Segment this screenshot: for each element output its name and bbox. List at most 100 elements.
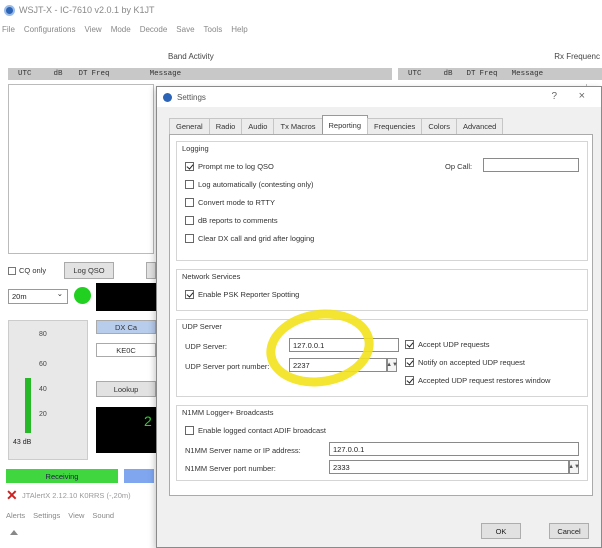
log-auto-checkbox[interactable] bbox=[185, 180, 194, 189]
main-window-title: WSJT-X - IC-7610 v2.0.1 by K1JT bbox=[19, 5, 155, 15]
op-call-field[interactable] bbox=[483, 158, 579, 172]
scroll-up-arrow-icon[interactable] bbox=[10, 530, 18, 535]
meter-tick-40: 40 bbox=[39, 386, 47, 393]
tab-colors[interactable]: Colors bbox=[421, 118, 457, 134]
logging-group: Logging Prompt me to log QSO Op Call: Lo… bbox=[176, 141, 588, 261]
col-message: Message bbox=[149, 70, 182, 78]
n1mm-server-field[interactable]: 127.0.0.1 bbox=[329, 442, 579, 456]
restore-window-checkbox[interactable] bbox=[405, 376, 414, 385]
notify-udp-checkbox[interactable] bbox=[405, 358, 414, 367]
stop-button-partial[interactable] bbox=[146, 262, 156, 279]
log-qso-button[interactable]: Log QSO bbox=[64, 262, 114, 279]
menu-file[interactable]: File bbox=[2, 25, 15, 39]
accept-udp-label: Accept UDP requests bbox=[418, 340, 490, 349]
restore-window-option[interactable]: Accepted UDP request restores window bbox=[405, 376, 550, 385]
status-indicator-dot bbox=[74, 287, 91, 304]
convert-rtty-checkbox[interactable] bbox=[185, 198, 194, 207]
dx-call-label: DX Ca bbox=[96, 320, 156, 334]
col-dt-rx: DT bbox=[466, 70, 476, 78]
db-reports-checkbox[interactable] bbox=[185, 216, 194, 225]
cq-only-checkbox[interactable]: CQ only bbox=[8, 266, 47, 276]
clear-dx-checkbox[interactable] bbox=[185, 234, 194, 243]
n1mm-enable-option[interactable]: Enable logged contact ADIF broadcast bbox=[185, 426, 326, 435]
jtalert-menu: Alerts Settings View Sound bbox=[6, 511, 114, 520]
db-reports-option[interactable]: dB reports to comments bbox=[185, 216, 278, 225]
tab-reporting[interactable]: Reporting bbox=[321, 115, 369, 134]
tab-audio[interactable]: Audio bbox=[241, 118, 275, 134]
meter-tick-60: 60 bbox=[39, 361, 47, 368]
cq-only-label: CQ only bbox=[19, 266, 47, 275]
app-logo-icon bbox=[4, 4, 15, 16]
cancel-button[interactable]: Cancel bbox=[549, 523, 589, 539]
accept-udp-option[interactable]: Accept UDP requests bbox=[405, 340, 490, 349]
settings-title-bar: Settings bbox=[157, 87, 601, 107]
menu-configurations[interactable]: Configurations bbox=[24, 25, 76, 39]
tab-tx-macros[interactable]: Tx Macros bbox=[273, 118, 323, 134]
col-message-rx: Message bbox=[511, 70, 544, 78]
psk-reporter-checkbox[interactable] bbox=[185, 290, 194, 299]
menu-mode[interactable]: Mode bbox=[111, 25, 131, 39]
col-utc-rx: UTC bbox=[408, 70, 422, 78]
tab-frequencies[interactable]: Frequencies bbox=[367, 118, 423, 134]
band-activity-pane[interactable] bbox=[8, 84, 154, 254]
udp-port-field[interactable]: 2237 bbox=[289, 358, 387, 372]
cq-only-box[interactable] bbox=[8, 267, 16, 276]
notify-udp-option[interactable]: Notify on accepted UDP request bbox=[405, 358, 525, 367]
receiving-status: Receiving bbox=[6, 469, 118, 483]
menu-settings[interactable]: Settings bbox=[33, 511, 60, 520]
dx-call-field[interactable]: KE0C bbox=[96, 343, 156, 357]
op-call-label: Op Call: bbox=[445, 162, 473, 171]
menu-decode[interactable]: Decode bbox=[140, 25, 168, 39]
prompt-log-option[interactable]: Prompt me to log QSO bbox=[185, 162, 274, 171]
col-dt: DT bbox=[78, 70, 88, 78]
menu-tools[interactable]: Tools bbox=[204, 25, 223, 39]
col-freq: Freq bbox=[91, 70, 110, 78]
psk-reporter-label: Enable PSK Reporter Spotting bbox=[198, 290, 300, 299]
n1mm-port-spinner[interactable]: ▲▼ bbox=[568, 460, 580, 474]
settings-app-icon bbox=[163, 92, 172, 102]
udp-port-label: UDP Server port number: bbox=[185, 362, 270, 371]
ok-button[interactable]: OK bbox=[481, 523, 521, 539]
n1mm-title: N1MM Logger+ Broadcasts bbox=[182, 408, 274, 417]
main-title-bar: WSJT-X - IC-7610 v2.0.1 by K1JT bbox=[0, 0, 602, 20]
lookup-button[interactable]: Lookup bbox=[96, 381, 156, 397]
col-utc: UTC bbox=[18, 70, 32, 78]
log-auto-option[interactable]: Log automatically (contesting only) bbox=[185, 180, 313, 189]
band-activity-header: UTC dB DT Freq Message bbox=[8, 68, 392, 80]
menu-sound[interactable]: Sound bbox=[92, 511, 114, 520]
n1mm-server-label: N1MM Server name or IP address: bbox=[185, 446, 301, 455]
accept-udp-checkbox[interactable] bbox=[405, 340, 414, 349]
menu-alerts[interactable]: Alerts bbox=[6, 511, 25, 520]
tab-general[interactable]: General bbox=[169, 118, 210, 134]
n1mm-enable-checkbox[interactable] bbox=[185, 426, 194, 435]
jtalert-title: JTAlertX 2.12.10 K0RRS (-,20m) bbox=[22, 491, 131, 500]
udp-server-label: UDP Server: bbox=[185, 342, 227, 351]
clear-dx-option[interactable]: Clear DX call and grid after logging bbox=[185, 234, 314, 243]
network-services-group: Network Services Enable PSK Reporter Spo… bbox=[176, 269, 588, 311]
frequency-display bbox=[96, 283, 156, 311]
col-freq-rx: Freq bbox=[479, 70, 498, 78]
network-services-title: Network Services bbox=[182, 272, 241, 281]
udp-server-field[interactable]: 127.0.0.1 bbox=[289, 338, 399, 352]
convert-rtty-option[interactable]: Convert mode to RTTY bbox=[185, 198, 275, 207]
restore-window-label: Accepted UDP request restores window bbox=[418, 376, 551, 385]
menu-view[interactable]: View bbox=[84, 25, 101, 39]
menu-help[interactable]: Help bbox=[231, 25, 247, 39]
psk-reporter-option[interactable]: Enable PSK Reporter Spotting bbox=[185, 290, 299, 299]
close-icon[interactable]: × bbox=[579, 90, 585, 102]
menu-save[interactable]: Save bbox=[176, 25, 194, 39]
menu-view-2[interactable]: View bbox=[68, 511, 84, 520]
col-db-rx: dB bbox=[443, 70, 453, 78]
reporting-panel: Logging Prompt me to log QSO Op Call: Lo… bbox=[169, 134, 593, 496]
udp-port-spinner[interactable]: ▲▼ bbox=[386, 358, 398, 372]
band-activity-label: Band Activity bbox=[168, 52, 214, 61]
tx-enable-button[interactable] bbox=[124, 469, 154, 483]
tab-radio[interactable]: Radio bbox=[208, 118, 243, 134]
prompt-log-checkbox[interactable] bbox=[185, 162, 194, 171]
help-icon[interactable]: ? bbox=[551, 91, 557, 102]
band-select[interactable]: 20m bbox=[8, 289, 68, 304]
jtalert-x-icon: ✕ bbox=[6, 487, 18, 503]
tab-advanced[interactable]: Advanced bbox=[456, 118, 504, 134]
n1mm-port-field[interactable]: 2333 bbox=[329, 460, 569, 474]
meter-db-label: 43 dB bbox=[13, 439, 32, 446]
